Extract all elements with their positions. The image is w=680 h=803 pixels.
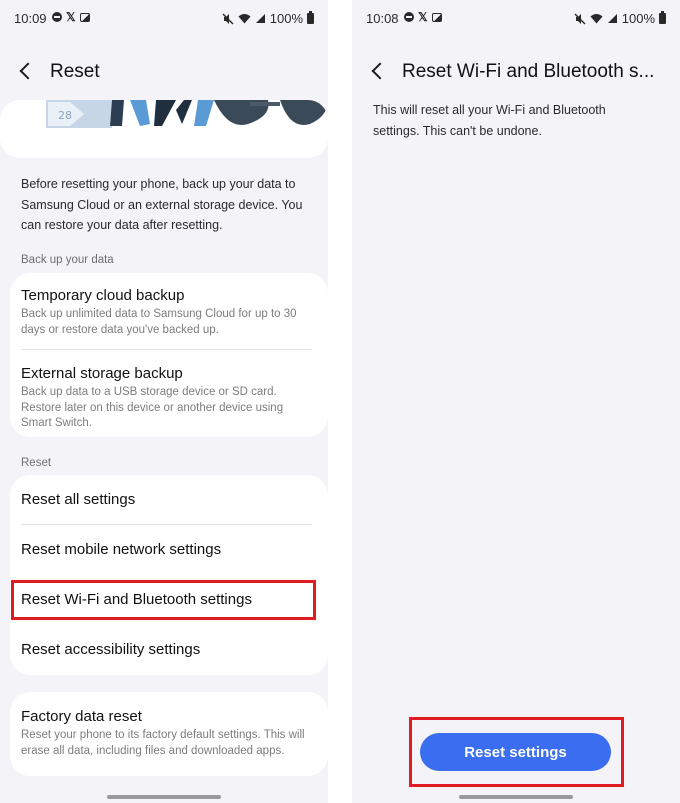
wifi-icon <box>590 14 603 24</box>
mute-icon <box>222 13 234 24</box>
highlight-box-reset-button <box>409 717 624 787</box>
backup-note: Before resetting your phone, back up you… <box>21 177 303 232</box>
section-label-backup: Back up your data <box>21 254 114 266</box>
status-bar: 10:08 𝕏 100% <box>352 0 680 36</box>
mute-icon <box>574 13 586 24</box>
item-title: Factory data reset <box>21 708 142 725</box>
reset-illustration: 28 <box>0 100 328 160</box>
chevron-left-icon[interactable] <box>371 62 389 80</box>
x-app-icon: 𝕏 <box>66 10 76 24</box>
item-title: External storage backup <box>21 365 183 382</box>
home-indicator <box>459 795 573 799</box>
wifi-icon <box>238 14 251 24</box>
temporary-cloud-backup-item[interactable]: Temporary cloud backup Back up unlimited… <box>21 287 312 338</box>
gallery-icon <box>79 12 90 22</box>
chevron-left-icon[interactable] <box>19 62 37 80</box>
divider <box>21 524 312 525</box>
section-label-reset: Reset <box>21 457 52 469</box>
app-header: Reset <box>0 50 328 94</box>
item-subtitle: Back up unlimited data to Samsung Cloud … <box>21 308 297 336</box>
item-title: Temporary cloud backup <box>21 287 185 304</box>
gallery-icon <box>431 12 442 22</box>
page-title: Reset Wi-Fi and Bluetooth s... <box>402 61 655 82</box>
factory-reset-card: Factory data reset Reset your phone to i… <box>10 692 328 776</box>
reset-screen: 10:09 𝕏 100% Reset 28 Before resetting y… <box>0 0 328 803</box>
dnd-icon <box>404 12 414 22</box>
dnd-icon <box>52 12 62 22</box>
divider <box>21 349 312 350</box>
item-title: Reset accessibility settings <box>21 641 201 658</box>
reset-accessibility-item[interactable]: Reset accessibility settings <box>21 641 312 659</box>
status-time: 10:09 <box>14 11 47 26</box>
app-header: Reset Wi-Fi and Bluetooth s... <box>352 50 680 94</box>
external-storage-backup-item[interactable]: External storage backup Back up data to … <box>21 365 312 432</box>
item-title: Reset all settings <box>21 491 136 508</box>
reset-wifi-bluetooth-screen: 10:08 𝕏 100% Reset Wi-Fi and Bluetooth s… <box>352 0 680 803</box>
item-subtitle: Back up data to a USB storage device or … <box>21 386 284 429</box>
page-title: Reset <box>50 61 100 82</box>
battery-icon <box>659 11 666 24</box>
reset-card: Reset all settings Reset mobile network … <box>10 475 328 675</box>
reset-description: This will reset all your Wi-Fi and Bluet… <box>373 103 606 138</box>
illustration-card: 28 <box>0 100 328 158</box>
status-bar: 10:09 𝕏 100% <box>0 0 328 36</box>
battery-percent: 100% <box>621 11 655 26</box>
backup-card: Temporary cloud backup Back up unlimited… <box>10 273 328 437</box>
battery-percent: 100% <box>269 11 303 26</box>
signal-icon <box>255 14 265 23</box>
item-title: Reset mobile network settings <box>21 541 222 558</box>
illustration-graphic: 28 <box>46 100 328 128</box>
home-indicator <box>107 795 221 799</box>
illustration-badge: 28 <box>58 109 72 122</box>
reset-mobile-network-item[interactable]: Reset mobile network settings <box>21 541 312 559</box>
factory-data-reset-item[interactable]: Factory data reset Reset your phone to i… <box>21 708 312 759</box>
item-subtitle: Reset your phone to its factory default … <box>21 729 305 757</box>
reset-all-settings-item[interactable]: Reset all settings <box>21 491 312 509</box>
highlight-box-wifi-bluetooth <box>11 580 316 620</box>
battery-icon <box>307 11 314 24</box>
x-app-icon: 𝕏 <box>418 10 428 24</box>
status-time: 10:08 <box>366 11 399 26</box>
signal-icon <box>607 14 617 23</box>
